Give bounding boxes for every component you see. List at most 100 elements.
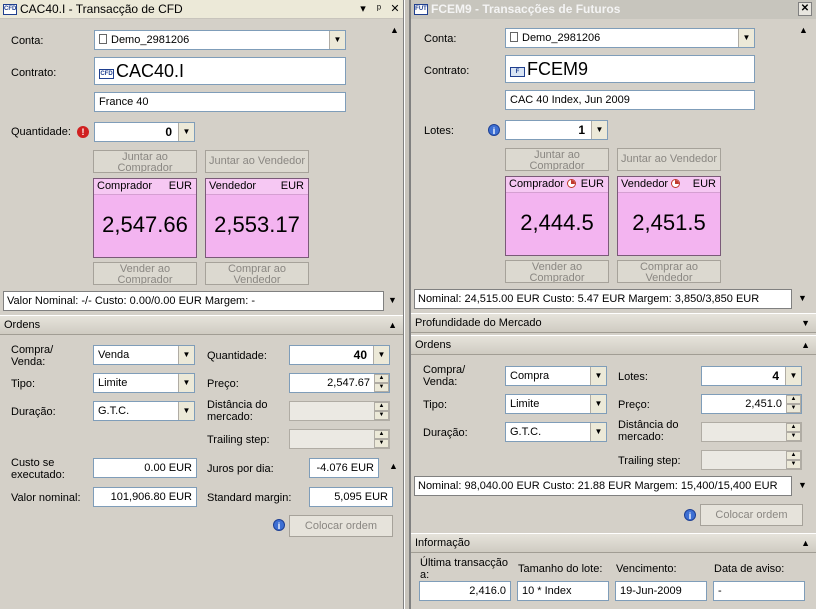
contract-value: FCEM9 [527, 59, 589, 79]
trailing-step-input[interactable]: ▲ ▼ [701, 450, 802, 470]
chevron-down-icon[interactable]: ▼ [178, 123, 194, 141]
buyer-price-tile[interactable]: Comprador EUR 2,547.66 [93, 178, 197, 258]
spin-down-icon[interactable]: ▼ [786, 460, 801, 469]
order-quantity-input[interactable]: 40 ▼ [289, 345, 390, 365]
futures-panel-title-bar: FUT FCEM9 - Transacções de Futuros ✕ [411, 0, 816, 19]
spin-up-icon[interactable]: ▲ [374, 430, 389, 439]
account-select[interactable]: Demo_2981206 ▼ [505, 28, 755, 48]
chevron-down-icon[interactable]: ▼ [388, 295, 397, 305]
collapse-up-icon[interactable]: ▲ [799, 25, 808, 35]
duration-value: G.T.C. [98, 405, 130, 417]
market-depth-section-header[interactable]: Profundidade do Mercado ▼ [411, 313, 816, 333]
lots-input[interactable]: 1 ▼ [505, 120, 608, 140]
chevron-down-icon[interactable]: ▼ [178, 374, 194, 392]
standard-margin-value: 5,095 EUR [309, 487, 393, 507]
orders-header-label: Ordens [415, 339, 452, 351]
chevron-down-icon[interactable]: ▼ [178, 346, 194, 364]
market-distance-input[interactable]: ▲ ▼ [289, 401, 390, 421]
notice-date-label: Data de aviso: [714, 563, 785, 575]
order-type-value: Limite [510, 398, 540, 410]
buy-from-seller-button[interactable]: Comprar ao Vendedor [617, 260, 721, 283]
spin-down-icon[interactable]: ▼ [786, 432, 801, 441]
pin-icon[interactable]: ᵖ [372, 2, 386, 16]
duration-select[interactable]: G.T.C. ▼ [93, 401, 195, 421]
chevron-down-icon[interactable]: ▼ [798, 293, 807, 303]
close-icon[interactable]: ✕ [388, 2, 402, 16]
buy-sell-value: Compra [510, 370, 550, 382]
account-value: Demo_2981206 [522, 32, 601, 44]
chevron-down-icon[interactable]: ▼ [738, 29, 754, 47]
join-buyer-button[interactable]: Juntar ao Comprador [505, 148, 609, 171]
chevron-down-icon[interactable]: ▼ [373, 346, 389, 364]
spin-down-icon[interactable]: ▼ [786, 404, 801, 413]
chevron-down-icon[interactable]: ▼ [590, 395, 606, 413]
duration-value: G.T.C. [510, 426, 542, 438]
join-seller-button[interactable]: Juntar ao Vendedor [205, 150, 309, 173]
information-header-label: Informação [415, 537, 471, 549]
quantity-input[interactable]: 0 ▼ [94, 122, 195, 142]
duration-select[interactable]: G.T.C. ▼ [505, 422, 607, 442]
order-lots-input[interactable]: 4 ▼ [701, 366, 802, 386]
buyer-currency: EUR [580, 178, 604, 190]
spin-up-icon[interactable]: ▲ [786, 423, 801, 432]
chevron-up-icon[interactable]: ▲ [801, 534, 810, 553]
information-section-header[interactable]: Informação ▲ [411, 533, 816, 553]
buy-sell-select[interactable]: Venda ▼ [93, 345, 195, 365]
price-input[interactable]: 2,451.0 ▲ ▼ [701, 394, 802, 414]
sell-to-buyer-button[interactable]: Vender ao Comprador [505, 260, 609, 283]
spin-up-icon[interactable]: ▲ [786, 395, 801, 404]
account-select[interactable]: Demo_2981206 ▼ [94, 30, 346, 50]
info-icon[interactable]: i [273, 519, 285, 531]
spin-up-icon[interactable]: ▲ [374, 402, 389, 411]
spin-down-icon[interactable]: ▼ [374, 383, 389, 392]
price-input[interactable]: 2,547.67 ▲ ▼ [289, 373, 390, 393]
seller-price-tile[interactable]: Vendedor EUR 2,553.17 [205, 178, 309, 258]
chevron-down-icon[interactable]: ▼ [801, 314, 810, 333]
orders-section-header[interactable]: Ordens ▲ [0, 315, 403, 335]
chevron-down-icon[interactable]: ▼ [590, 367, 606, 385]
chevron-up-icon[interactable]: ▲ [388, 316, 397, 335]
chevron-down-icon[interactable]: ▼ [178, 402, 194, 420]
menu-arrow-icon[interactable]: ▾ [356, 2, 370, 16]
spin-up-icon[interactable]: ▲ [786, 451, 801, 460]
interest-per-day-label: Juros por dia: [207, 463, 274, 475]
close-icon[interactable]: ✕ [798, 2, 812, 16]
cost-if-executed-value: 0.00 EUR [93, 458, 197, 478]
lots-label: Lotes: [424, 125, 454, 137]
orders-section-header[interactable]: Ordens ▲ [411, 335, 816, 355]
join-seller-button[interactable]: Juntar ao Vendedor [617, 148, 721, 171]
contrato-label: Contrato: [424, 65, 470, 77]
nominal-value-label: Valor nominal: [11, 492, 81, 504]
info-icon[interactable]: i [684, 509, 696, 521]
buy-sell-select[interactable]: Compra ▼ [505, 366, 607, 386]
spin-down-icon[interactable]: ▼ [374, 411, 389, 420]
collapse-up-icon[interactable]: ▲ [390, 25, 399, 35]
spin-up-icon[interactable]: ▲ [374, 374, 389, 383]
spin-down-icon[interactable]: ▼ [374, 439, 389, 448]
sell-to-buyer-button[interactable]: Vender ao Comprador [93, 262, 197, 285]
place-order-button[interactable]: Colocar ordem [289, 515, 393, 537]
chevron-up-icon[interactable]: ▲ [389, 461, 398, 471]
chevron-down-icon[interactable]: ▼ [590, 423, 606, 441]
chevron-up-icon[interactable]: ▲ [801, 336, 810, 355]
info-icon[interactable]: i [488, 124, 500, 136]
join-buyer-button[interactable]: Juntar ao Comprador [93, 150, 197, 173]
lots-value: 1 [578, 123, 585, 137]
chevron-down-icon[interactable]: ▼ [329, 31, 345, 49]
buyer-price: 2,547.66 [102, 212, 188, 237]
place-order-button[interactable]: Colocar ordem [700, 504, 803, 526]
contract-field[interactable]: CFD CAC40.I [94, 57, 346, 85]
order-type-select[interactable]: Limite ▼ [505, 394, 607, 414]
trailing-step-input[interactable]: ▲ ▼ [289, 429, 390, 449]
buyer-price-tile[interactable]: Comprador EUR 2,444.5 [505, 176, 609, 256]
chevron-down-icon[interactable]: ▼ [591, 121, 607, 139]
chevron-down-icon[interactable]: ▼ [798, 480, 807, 490]
market-distance-input[interactable]: ▲ ▼ [701, 422, 802, 442]
buy-from-seller-button[interactable]: Comprar ao Vendedor [205, 262, 309, 285]
seller-price-tile[interactable]: Vendedor EUR 2,451.5 [617, 176, 721, 256]
lot-size-label: Tamanho do lote: [518, 563, 603, 575]
order-type-select[interactable]: Limite ▼ [93, 373, 195, 393]
contract-field[interactable]: F FCEM9 [505, 55, 755, 83]
clock-icon [671, 179, 681, 188]
chevron-down-icon[interactable]: ▼ [785, 367, 801, 385]
